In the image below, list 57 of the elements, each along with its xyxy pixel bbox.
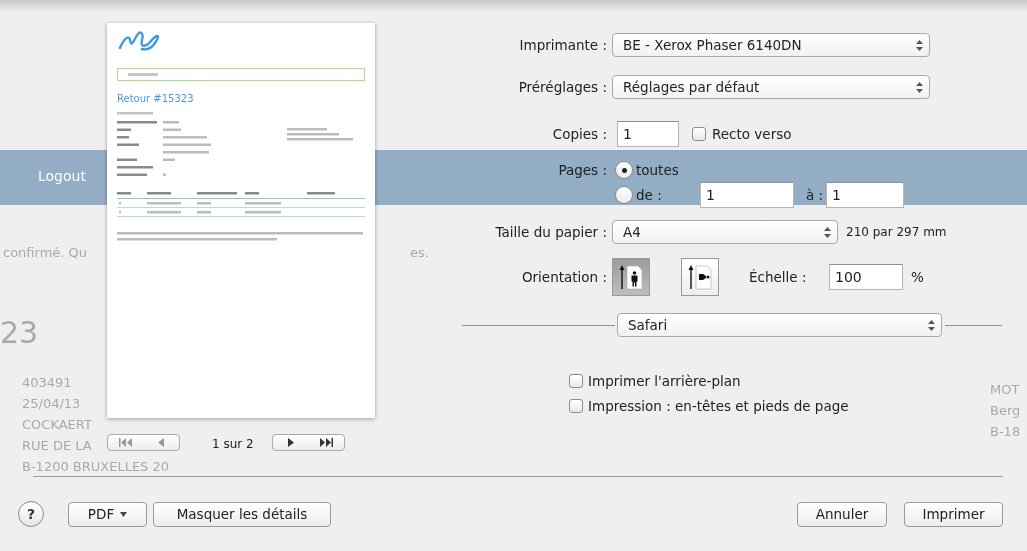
detail-text: B-1200 BRUXELLES 20: [22, 459, 170, 474]
address-text: MOT: [990, 382, 1020, 397]
orientation-button[interactable]: [681, 258, 719, 296]
copies-field[interactable]: 1: [617, 121, 679, 147]
portrait-page-icon: [618, 263, 644, 291]
paper-dimensions: 210 par 297 mm: [846, 225, 947, 239]
scale-label: Échelle :: [749, 269, 808, 285]
to-label: à :: [806, 187, 825, 203]
paper-size-label: Taille du papier :: [494, 224, 608, 240]
from-page-field[interactable]: 1: [700, 182, 794, 208]
cancel-button[interactable]: Annuler: [797, 501, 887, 527]
first-page-icon: [117, 437, 134, 447]
stepper-icon: [916, 39, 923, 51]
copies-label: Copies :: [551, 126, 608, 142]
next-page-buttons[interactable]: [272, 433, 345, 451]
print-button[interactable]: Imprimer: [904, 501, 1003, 527]
orientation-button[interactable]: [612, 258, 650, 296]
stepper-icon: [928, 319, 935, 331]
pages-label: Pages :: [557, 162, 608, 178]
detail-text: 25/04/13: [22, 396, 81, 411]
pdf-menu-button[interactable]: PDF: [68, 501, 147, 527]
orientation-label: Orientation :: [520, 269, 608, 285]
printer-popup[interactable]: BE - Xerox Phaser 6140DN: [612, 33, 930, 57]
option-checkbox[interactable]: [569, 374, 583, 388]
presets-popup[interactable]: Réglages par défaut: [612, 75, 930, 99]
paper-size-popup[interactable]: A4: [612, 220, 838, 244]
scale-field[interactable]: 100: [829, 264, 903, 290]
last-page-icon: [318, 437, 335, 447]
option-label: de :: [636, 187, 663, 203]
previous-page-buttons[interactable]: [107, 433, 180, 451]
stepper-icon: [824, 226, 831, 238]
presets-label: Préréglages :: [517, 79, 608, 95]
caret-icon: [120, 511, 128, 517]
address-text: B-18: [990, 424, 1021, 439]
document-title: Retour #15323: [117, 93, 195, 104]
section-popup[interactable]: Safari: [617, 313, 942, 337]
duplex-label: Recto verso: [712, 126, 792, 142]
notice-text: es.: [410, 245, 429, 260]
printer-label: Imprimante :: [518, 37, 608, 53]
page-heading: 23: [0, 315, 39, 350]
page-indicator: 1 sur 2: [212, 437, 255, 451]
option-label: Imprimer l'arrière-plan: [588, 373, 741, 389]
to-page-field[interactable]: 1: [826, 182, 904, 208]
help-button[interactable]: ?: [18, 501, 44, 527]
stepper-icon: [916, 81, 923, 93]
detail-text: RUE DE LA: [22, 438, 92, 453]
detail-text: COCKAERT: [22, 417, 92, 432]
landscape-page-icon: [687, 263, 713, 291]
detail-text: 403491: [22, 375, 72, 390]
address-text: Berg: [990, 403, 1021, 418]
hide-details-button[interactable]: Masquer les détails: [153, 501, 331, 527]
option-label: toutes: [636, 162, 679, 178]
percent-label: %: [911, 269, 924, 285]
notice-text: confirmé. Qu: [3, 245, 88, 260]
option-label: Impression : en-têtes et pieds de page: [588, 398, 849, 414]
option-checkbox[interactable]: [569, 399, 583, 413]
duplex-checkbox[interactable]: [692, 127, 706, 141]
